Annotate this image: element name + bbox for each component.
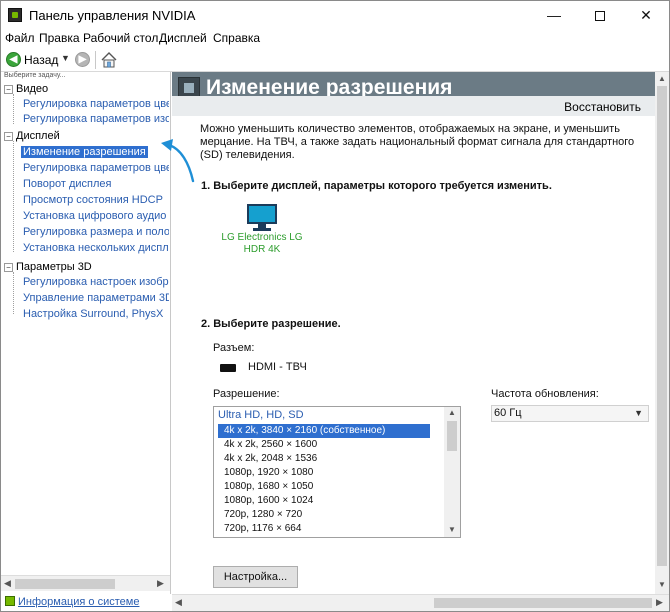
step1-heading: 1. Выберите дисплей, параметры которого … [201,180,552,192]
toolbar-separator [95,51,96,69]
menu-bar: Файл Правка Рабочий стол Дисплей Справка [1,30,669,48]
scrollbar-thumb[interactable] [15,579,115,589]
sidebar-item-change-resolution[interactable]: Изменение разрешения [21,146,148,158]
display-name-line1: LG Electronics LG [221,232,303,243]
resolution-option[interactable]: 720p, 1280 × 720 [218,508,430,522]
connector-label: Разъем: [213,342,255,354]
menu-help[interactable]: Справка [213,31,260,45]
sidebar-horizontal-scrollbar[interactable]: ◀ ▶ [1,575,170,591]
collapse-icon[interactable]: − [4,132,13,141]
maximize-button[interactable] [577,1,623,31]
menu-file[interactable]: Файл [5,31,35,45]
menu-edit[interactable]: Правка [39,31,80,45]
scroll-right-icon[interactable]: ▶ [656,597,663,608]
category-video[interactable]: − Видео [4,83,48,95]
resolution-list-scrollbar[interactable]: ▲ ▼ [444,407,460,537]
sidebar-item-manage-3d[interactable]: Управление параметрами 3D [23,292,169,304]
minimize-icon: — [547,7,561,23]
scroll-left-icon[interactable]: ◀ [175,597,182,608]
sidebar-item-image-settings[interactable]: Регулировка настроек изображения [23,276,169,288]
page-description: Можно уменьшить количество элементов, от… [200,123,635,161]
system-information-label: Информация о системе [18,596,140,608]
scroll-left-icon[interactable]: ◀ [4,578,11,589]
system-information-link[interactable]: Информация о системе [5,596,139,608]
task-hint: Выберите задачу... [4,72,66,79]
sidebar-item-video-color[interactable]: Регулировка параметров цвета [23,98,169,110]
chevron-down-icon: ▼ [634,408,643,418]
category-3d-label: Параметры 3D [16,261,92,273]
category-video-label: Видео [16,83,49,95]
category-display[interactable]: − Дисплей [4,130,60,142]
resolution-option[interactable]: 1080p, 1680 × 1050 [218,480,430,494]
resolution-label: Разрешение: [213,388,280,400]
toolbar: ◀ Назад ▼ ▶ [1,48,669,72]
resolution-option[interactable]: 4k x 2k, 2048 × 1536 [218,452,430,466]
minimize-button[interactable]: — [531,1,577,31]
display-name-line2: HDR 4K [243,244,281,255]
back-arrow-icon[interactable]: ◀ [6,52,21,67]
main-vertical-scrollbar[interactable]: ▲ ▼ [655,72,669,594]
sidebar-item-video-image[interactable]: Регулировка параметров изображения [23,113,169,125]
sidebar-item-hdcp-status[interactable]: Просмотр состояния HDCP [23,194,169,206]
collapse-icon[interactable]: − [4,85,13,94]
back-button-label[interactable]: Назад [24,53,58,67]
forward-arrow-icon[interactable]: ▶ [75,52,90,67]
tree-line [13,94,14,124]
restore-bar: Восстановить [172,96,655,116]
resolution-option[interactable]: 4k x 2k, 2560 × 1600 [218,438,430,452]
sidebar-item-digital-audio[interactable]: Установка цифрового аудио [23,210,169,222]
menu-desktop[interactable]: Рабочий стол [83,31,158,45]
collapse-icon[interactable]: − [4,263,13,272]
refresh-rate-select[interactable]: 60 Гц ▼ [491,405,649,422]
scroll-right-icon[interactable]: ▶ [157,578,164,589]
maximize-icon [595,11,605,22]
restore-defaults-link[interactable]: Восстановить [564,100,641,114]
resolution-option[interactable]: 4k x 2k, 3840 × 2160 (собственное) [218,424,430,438]
display-name[interactable]: LG Electronics LG HDR 4K [212,232,312,256]
annotation-arrow-icon [161,139,195,183]
resolution-option[interactable]: 720p, 1176 × 664 [218,522,430,536]
scroll-up-icon[interactable]: ▲ [448,408,456,417]
nvidia-control-panel-window: Панель управления NVIDIA — ✕ Файл Правка… [0,0,670,612]
close-icon: ✕ [640,7,652,23]
tree-line [13,272,14,314]
step2-heading: 2. Выберите разрешение. [201,318,341,330]
category-3d-settings[interactable]: − Параметры 3D [4,261,92,273]
display-monitor-icon[interactable] [247,204,277,232]
setup-button[interactable]: Настройка... [213,566,298,588]
resolution-option[interactable]: 1080p, 1600 × 1024 [218,494,430,508]
scroll-down-icon[interactable]: ▼ [448,525,456,534]
sidebar-item-size-position[interactable]: Регулировка размера и положения [23,226,169,238]
scrollbar-thumb[interactable] [434,598,652,608]
resolution-group-header: Ultra HD, HD, SD [218,409,304,421]
sidebar-item-multiple-displays[interactable]: Установка нескольких дисплеев [23,242,169,254]
scrollbar-thumb[interactable] [447,421,457,451]
title-bar: Панель управления NVIDIA — ✕ [1,1,669,31]
menu-display[interactable]: Дисплей [159,31,207,45]
close-button[interactable]: ✕ [623,1,669,31]
resolution-option[interactable]: 1080p, 1920 × 1080 [218,466,430,480]
scroll-up-icon[interactable]: ▲ [658,74,666,83]
resolution-list[interactable]: Ultra HD, HD, SD 4k x 2k, 3840 × 2160 (с… [213,406,461,538]
back-history-dropdown[interactable]: ▼ [61,53,70,63]
page-header: Изменение разрешения Восстановить [172,72,655,116]
monitor-screen [247,204,277,224]
connector-value: HDMI - ТВЧ [248,361,307,373]
sidebar-item-surround-physx[interactable]: Настройка Surround, PhysX [23,308,169,320]
nvidia-app-icon [8,8,22,22]
category-display-label: Дисплей [16,130,60,142]
refresh-rate-label: Частота обновления: [491,388,599,400]
tree-line [13,141,14,252]
window-title: Панель управления NVIDIA [29,8,196,23]
monitor-base [253,228,271,231]
main-horizontal-scrollbar[interactable]: ◀ ▶ [172,594,669,611]
system-info-icon [5,596,15,606]
scrollbar-thumb[interactable] [657,86,667,566]
refresh-rate-value: 60 Гц [494,407,522,419]
main-content: Изменение разрешения Восстановить Можно … [172,72,669,594]
scroll-down-icon[interactable]: ▼ [658,580,666,589]
home-icon[interactable] [100,51,118,69]
hdmi-connector-icon [220,364,236,372]
